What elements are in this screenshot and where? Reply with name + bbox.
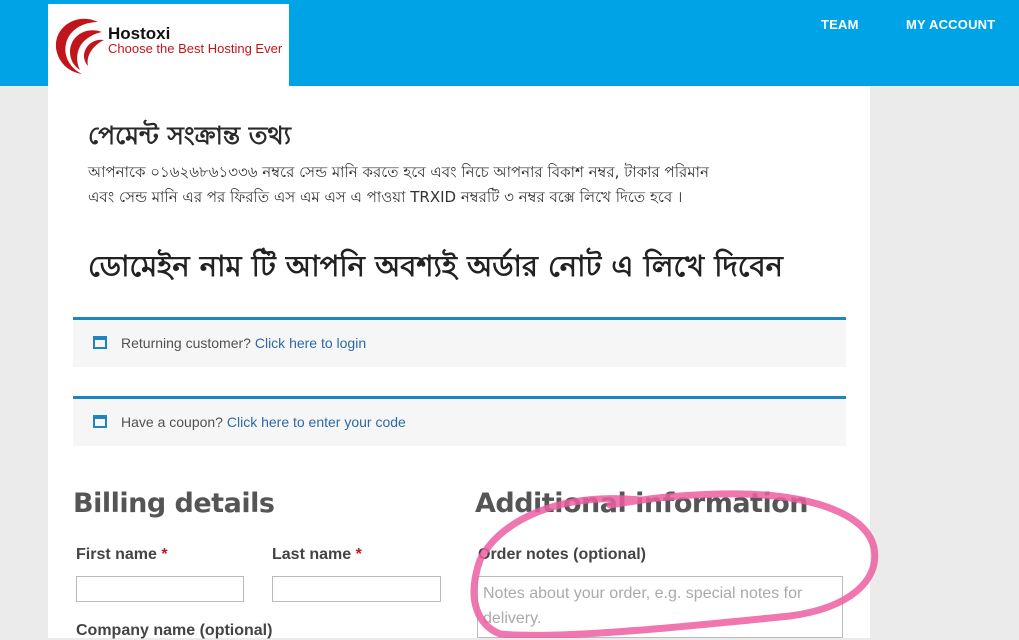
first-name-label: First name * bbox=[76, 546, 168, 564]
domain-note-heading: ডোমেইন নাম টি আপনি অবশ্যই অর্ডার নোট এ ল… bbox=[88, 249, 783, 283]
nav-team[interactable]: TEAM bbox=[821, 17, 859, 32]
order-notes-label: Order notes (optional) bbox=[478, 546, 646, 563]
payment-instructions: আপনাকে ০১৬২৬৮৬১৩৩৬ নম্বরে সেন্ড মানি করত… bbox=[88, 160, 828, 210]
coupon-notice: Have a coupon? Click here to enter your … bbox=[73, 396, 846, 446]
coupon-link[interactable]: Click here to enter your code bbox=[227, 414, 406, 430]
company-name-label: Company name (optional) bbox=[76, 622, 273, 639]
order-notes-field[interactable] bbox=[477, 576, 843, 638]
coupon-text: Have a coupon? bbox=[121, 414, 223, 430]
checkout-content: পেমেন্ট সংক্রান্ত তথ্য আপনাকে ০১৬২৬৮৬১৩৩… bbox=[48, 86, 870, 639]
first-name-field[interactable] bbox=[76, 576, 244, 602]
payment-instructions-line-2: এবং সেন্ড মানি এর পর ফিরতি এস এম এস এ পা… bbox=[88, 188, 683, 206]
logo-tagline: Choose the Best Hosting Ever bbox=[108, 41, 283, 56]
returning-customer-notice: Returning customer? Click here to login bbox=[73, 317, 846, 367]
last-name-label: Last name * bbox=[272, 546, 362, 564]
billing-details-title: Billing details bbox=[73, 488, 275, 519]
swoosh-logo-icon bbox=[55, 18, 104, 74]
last-name-label-text: Last name bbox=[272, 546, 352, 563]
nav-my-account[interactable]: MY ACCOUNT bbox=[906, 17, 995, 32]
site-header: Hostoxi Choose the Best Hosting Ever TEA… bbox=[0, 0, 1019, 86]
additional-info-title: Additional information bbox=[475, 488, 809, 519]
required-mark: * bbox=[161, 546, 168, 563]
login-link[interactable]: Click here to login bbox=[255, 335, 366, 351]
required-mark: * bbox=[355, 546, 362, 563]
returning-customer-text: Returning customer? bbox=[121, 335, 251, 351]
window-icon bbox=[93, 415, 107, 428]
payment-info-title: পেমেন্ট সংক্রান্ত তথ্য bbox=[88, 121, 291, 150]
site-logo[interactable]: Hostoxi Choose the Best Hosting Ever bbox=[48, 4, 289, 86]
first-name-label-text: First name bbox=[76, 546, 157, 563]
window-icon bbox=[93, 336, 107, 349]
last-name-field[interactable] bbox=[272, 576, 441, 602]
payment-instructions-line-1: আপনাকে ০১৬২৬৮৬১৩৩৬ নম্বরে সেন্ড মানি করত… bbox=[88, 163, 709, 181]
